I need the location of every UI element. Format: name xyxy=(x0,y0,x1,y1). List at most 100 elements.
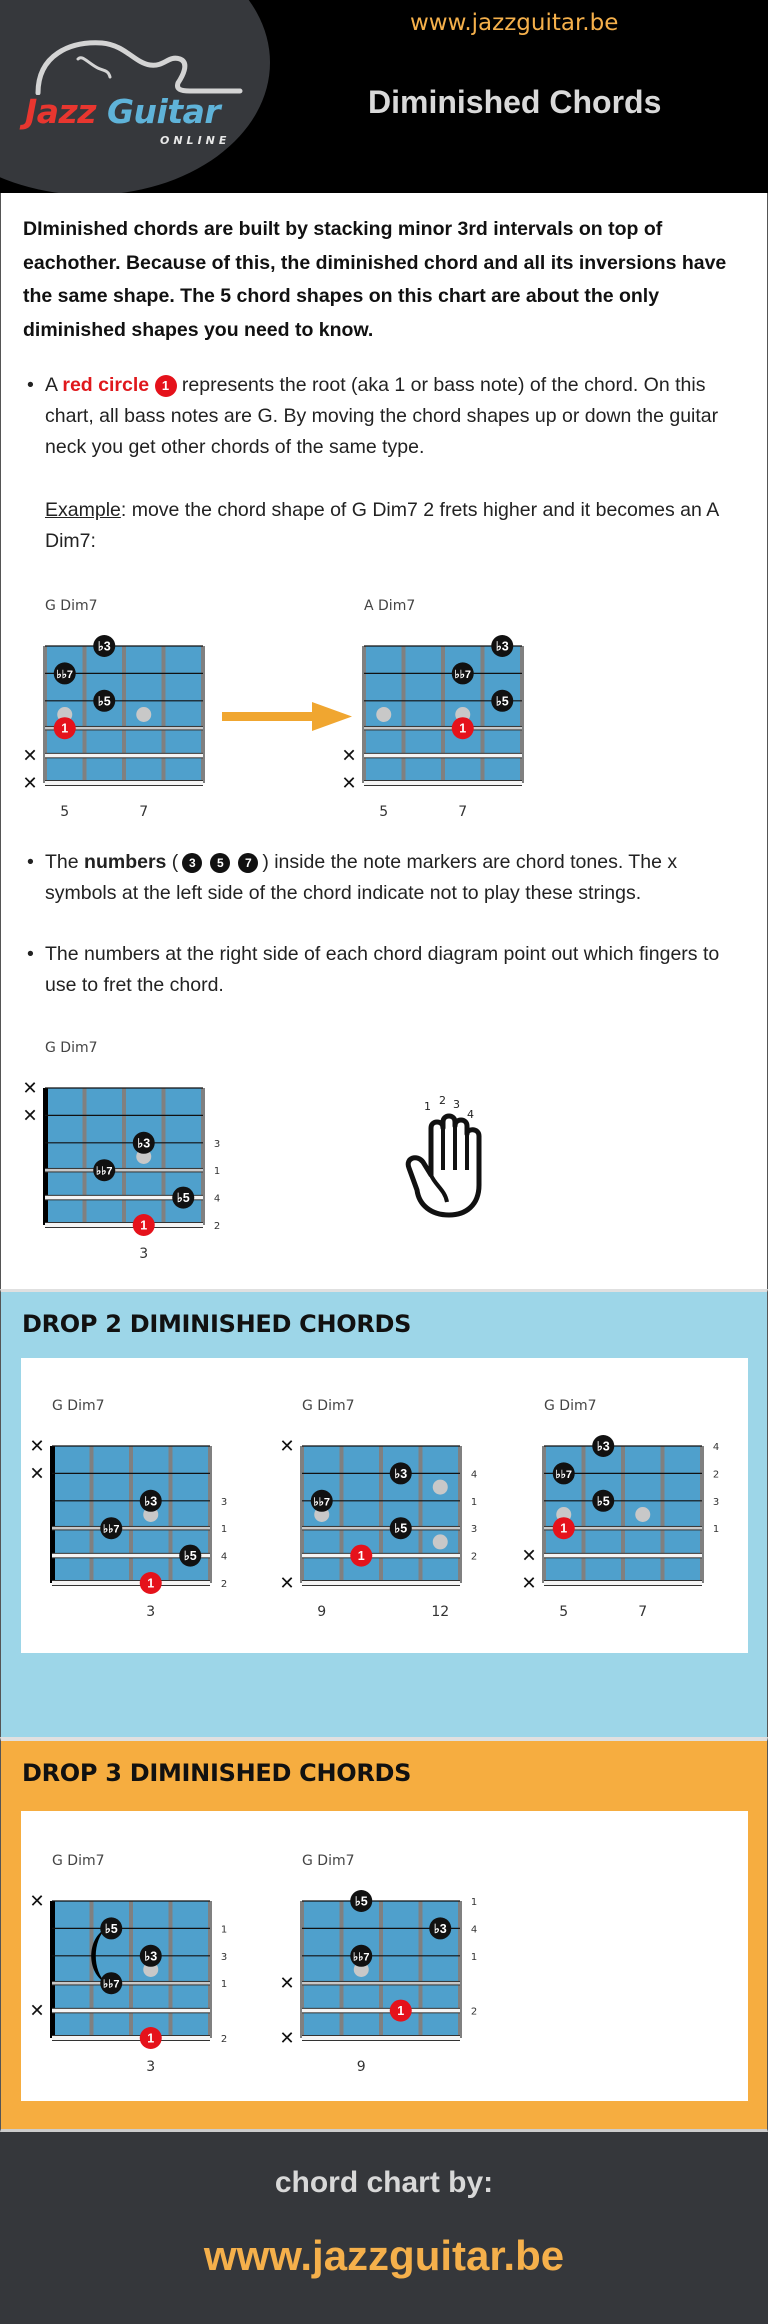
finger-number: 2 xyxy=(214,1221,220,1232)
fret-number-label: 3 xyxy=(139,1246,148,1262)
bullet-numbers: The numbers (357) inside the note marker… xyxy=(27,847,735,909)
string xyxy=(45,1223,203,1227)
fret-number-label: 7 xyxy=(139,804,148,820)
note-label: ♭3 xyxy=(137,1136,150,1150)
finger-number: 1 xyxy=(214,1166,220,1177)
fret-wire xyxy=(89,1446,94,1583)
string xyxy=(52,1981,210,1985)
note-label: ♭♭7 xyxy=(556,1469,573,1481)
fret-number-label: 3 xyxy=(146,2059,155,2075)
finger-number: 1 xyxy=(221,1524,227,1535)
note-label: ♭5 xyxy=(177,1191,190,1205)
finger-number: 2 xyxy=(221,2034,227,2045)
fret-number-label: 9 xyxy=(357,2059,366,2075)
fret-wire xyxy=(418,1901,423,2038)
fret-wire xyxy=(480,646,485,783)
muted-string-x-icon: ✕ xyxy=(22,746,37,767)
muted-string-x-icon: ✕ xyxy=(22,1105,37,1126)
finger-number: 4 xyxy=(471,1469,477,1480)
fret-wire xyxy=(520,646,524,783)
muted-string-x-icon: ✕ xyxy=(279,2028,294,2049)
string xyxy=(52,2008,210,2013)
guitar-outline-icon xyxy=(35,40,243,95)
fret-wire xyxy=(379,1446,383,1583)
tone-3-marker-icon: 3 xyxy=(182,853,203,873)
tone-5-marker-icon: 5 xyxy=(210,853,231,873)
finger-number: 1 xyxy=(471,1897,477,1908)
string xyxy=(52,1526,210,1530)
fret-wire xyxy=(300,1901,304,2038)
string xyxy=(544,1581,702,1585)
fret-dot-marker xyxy=(432,1479,448,1495)
note-label: ♭5 xyxy=(105,1922,118,1936)
fret-number-label: 7 xyxy=(458,804,467,820)
fret-number-label: 5 xyxy=(60,804,69,820)
finger-label-3: 3 xyxy=(453,1098,460,1111)
fretboard-svg: ✕ ✕ ♭3 ♭♭7 ♭5 1 4 1 3 2 9 12 xyxy=(279,1436,477,1620)
note-label: ♭♭7 xyxy=(455,669,472,681)
intro-lead-text: DIminished chords are built by stacking … xyxy=(23,218,727,341)
note-label: 1 xyxy=(560,1522,567,1536)
finger-number: 1 xyxy=(221,1924,227,1935)
note-label: ♭♭7 xyxy=(103,1979,120,1991)
string xyxy=(302,1981,460,1985)
note-label: ♭5 xyxy=(394,1522,407,1536)
numbers-bold: numbers xyxy=(84,851,167,873)
fret-wire xyxy=(441,646,445,783)
fret-number-label: 7 xyxy=(638,1604,647,1620)
finger-label-4: 4 xyxy=(467,1108,474,1121)
muted-string-x-icon: ✕ xyxy=(341,746,356,767)
fret-wire xyxy=(82,646,87,783)
fret-wire xyxy=(339,1446,344,1583)
fret-wire xyxy=(129,1446,133,1583)
note-label: ♭♭7 xyxy=(57,669,74,681)
fret-dot-marker xyxy=(376,707,392,722)
note-label: ♭3 xyxy=(434,1922,447,1936)
string xyxy=(364,781,522,785)
fret-wire xyxy=(43,646,47,783)
finger-number: 2 xyxy=(471,2007,477,2018)
finger-number: 4 xyxy=(471,1924,477,1935)
muted-string-x-icon: ✕ xyxy=(279,1973,294,1994)
muted-string-x-icon: ✕ xyxy=(22,1078,37,1099)
fret-number-label: 9 xyxy=(317,1604,326,1620)
fret-wire xyxy=(168,1901,173,2038)
bullet2-open: ( xyxy=(166,851,179,873)
string xyxy=(52,1581,210,1585)
note-label: 1 xyxy=(140,1219,147,1233)
note-label: ♭5 xyxy=(355,1895,368,1909)
finger-number: 3 xyxy=(713,1497,719,1508)
finger-label-1: 1 xyxy=(424,1100,431,1113)
header-url[interactable]: www.jazzguitar.be xyxy=(410,10,618,36)
finger-number: 4 xyxy=(221,1552,227,1563)
fret-dot-marker xyxy=(432,1534,448,1550)
logo-word-guitar: Guitar xyxy=(106,92,221,131)
fret-wire xyxy=(621,1446,625,1583)
finger-number: 1 xyxy=(471,1497,477,1508)
root-marker-icon: 1 xyxy=(154,375,177,397)
fretboard-svg: ✕ ✕ ♭3 ♭♭7 ♭5 1 5 7 xyxy=(22,635,205,820)
finger-number: 4 xyxy=(713,1442,719,1453)
string xyxy=(45,1168,203,1172)
muted-string-x-icon: ✕ xyxy=(29,1891,44,1912)
fret-wire xyxy=(122,1088,126,1225)
fret-wire xyxy=(89,1901,94,2038)
finger-label-2: 2 xyxy=(439,1094,446,1107)
note-label: ♭5 xyxy=(184,1549,197,1563)
finger-number: 3 xyxy=(214,1139,220,1150)
fretboard-svg: ✕ ✕ ♭5 ♭3 ♭♭7 1 1 3 1 2 3 xyxy=(29,1891,227,2075)
fret-wire xyxy=(379,1901,383,2038)
logo-text: Jazz Guitar xyxy=(25,92,221,131)
fret-wire xyxy=(418,1446,423,1583)
footer-url-link[interactable]: www.jazzguitar.be xyxy=(0,2232,768,2280)
logo-subtitle: ONLINE xyxy=(160,134,231,147)
note-label: 1 xyxy=(358,1549,365,1563)
header: Jazz Guitar ONLINE www.jazzguitar.be Dim… xyxy=(0,0,768,193)
nut xyxy=(50,1446,55,1583)
fret-wire xyxy=(168,1446,173,1583)
chord-title: G Dim7 xyxy=(45,1040,98,1056)
note-label: ♭♭7 xyxy=(314,1496,331,1508)
fretboard-svg: ✕ ✕ ♭3 ♭♭7 ♭5 1 3 1 4 2 3 xyxy=(22,1078,220,1262)
fret-number-label: 5 xyxy=(559,1604,568,1620)
fret-wire xyxy=(300,1446,304,1583)
